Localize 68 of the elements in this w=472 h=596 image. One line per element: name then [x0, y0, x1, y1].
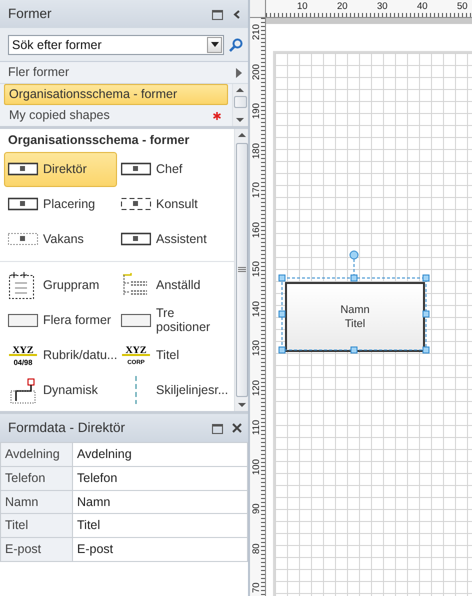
org-box-icon: [8, 197, 38, 212]
shape-text: Titel: [344, 317, 366, 332]
rectangle-icon: [121, 312, 151, 328]
stencil-item[interactable]: My copied shapes: [4, 105, 228, 126]
shape-item[interactable]: Skiljelinjesr...: [117, 372, 230, 408]
ruler-label: 10: [297, 2, 308, 12]
org-box-icon: [8, 162, 38, 176]
maximize-icon[interactable]: [211, 8, 224, 20]
ruler-label: 180: [252, 142, 262, 158]
shape-item[interactable]: Placering: [4, 186, 117, 222]
org-box-icon: [121, 232, 151, 246]
ruler-label: 30: [377, 2, 388, 12]
field-label: Titel: [0, 514, 72, 538]
ruler-label: 80: [252, 542, 262, 554]
shape-item[interactable]: Flera former: [4, 302, 117, 338]
org-chart-shape[interactable]: Namn Titel: [285, 282, 425, 352]
close-icon[interactable]: [232, 423, 242, 433]
ruler-label: 200: [252, 64, 262, 80]
ruler-label: 210: [252, 24, 262, 40]
panel-title: Former: [8, 4, 52, 23]
field-value[interactable]: Namn: [72, 490, 248, 514]
ruler-label: 170: [252, 182, 262, 198]
scrollbar-thumb[interactable]: [234, 96, 247, 108]
maximize-icon[interactable]: [211, 422, 224, 434]
ruler-label: 130: [252, 340, 262, 356]
ruler-label: 190: [252, 103, 262, 119]
expand-arrow-icon: [236, 68, 242, 78]
scrollbar-thumb[interactable]: [236, 143, 248, 397]
field-value[interactable]: Telefon: [72, 466, 248, 490]
shape-item[interactable]: Konsult: [117, 186, 230, 222]
shape-text: Namn: [340, 302, 370, 317]
field-label: Telefon: [0, 466, 72, 490]
ruler-label: 50: [457, 2, 468, 12]
ruler-label: 160: [252, 222, 262, 238]
connector-icon: [8, 376, 38, 404]
field-value[interactable]: Titel: [72, 514, 248, 538]
panel-title: Formdata - Direktör: [8, 418, 126, 437]
ruler-label: 140: [252, 300, 262, 316]
ruler-label: 70: [252, 582, 262, 593]
stencil-item[interactable]: Organisationsschema - former: [4, 84, 228, 105]
dashed-line-icon: [134, 376, 138, 404]
field-value[interactable]: Avdelning: [72, 442, 248, 466]
ruler-label: 100: [252, 458, 262, 474]
field-value[interactable]: E-post: [72, 538, 248, 562]
ruler-label: 120: [252, 380, 262, 396]
shape-item[interactable]: Gruppram: [4, 268, 117, 303]
field-label: E-post: [0, 538, 72, 562]
ruler-label: 20: [337, 2, 348, 12]
shape-item[interactable]: Chef: [117, 152, 230, 187]
field-label: Avdelning: [0, 442, 72, 466]
search-icon[interactable]: [228, 36, 244, 52]
more-shapes-item[interactable]: Fler former: [0, 62, 248, 84]
shape-item[interactable]: Tre positioner: [117, 302, 230, 338]
org-box-icon: [121, 162, 151, 176]
stencil-title: Organisationsschema - former: [7, 132, 190, 149]
ruler-label: 90: [252, 503, 262, 514]
collapse-icon[interactable]: [232, 8, 242, 20]
ruler-label: 150: [252, 261, 262, 277]
shape-item[interactable]: Assistent: [117, 222, 230, 257]
shape-item[interactable]: Vakans: [4, 222, 117, 257]
selection-handles-drawing[interactable]: [278, 250, 431, 354]
rectangle-icon: [8, 312, 38, 328]
ruler-label: 110: [252, 420, 262, 435]
shape-item[interactable]: Anställd: [117, 268, 230, 303]
field-label: Namn: [0, 490, 72, 514]
shape-item[interactable]: Dynamisk: [4, 372, 117, 408]
ruler-label: 40: [417, 2, 428, 12]
shape-item[interactable]: Direktör: [4, 152, 117, 187]
